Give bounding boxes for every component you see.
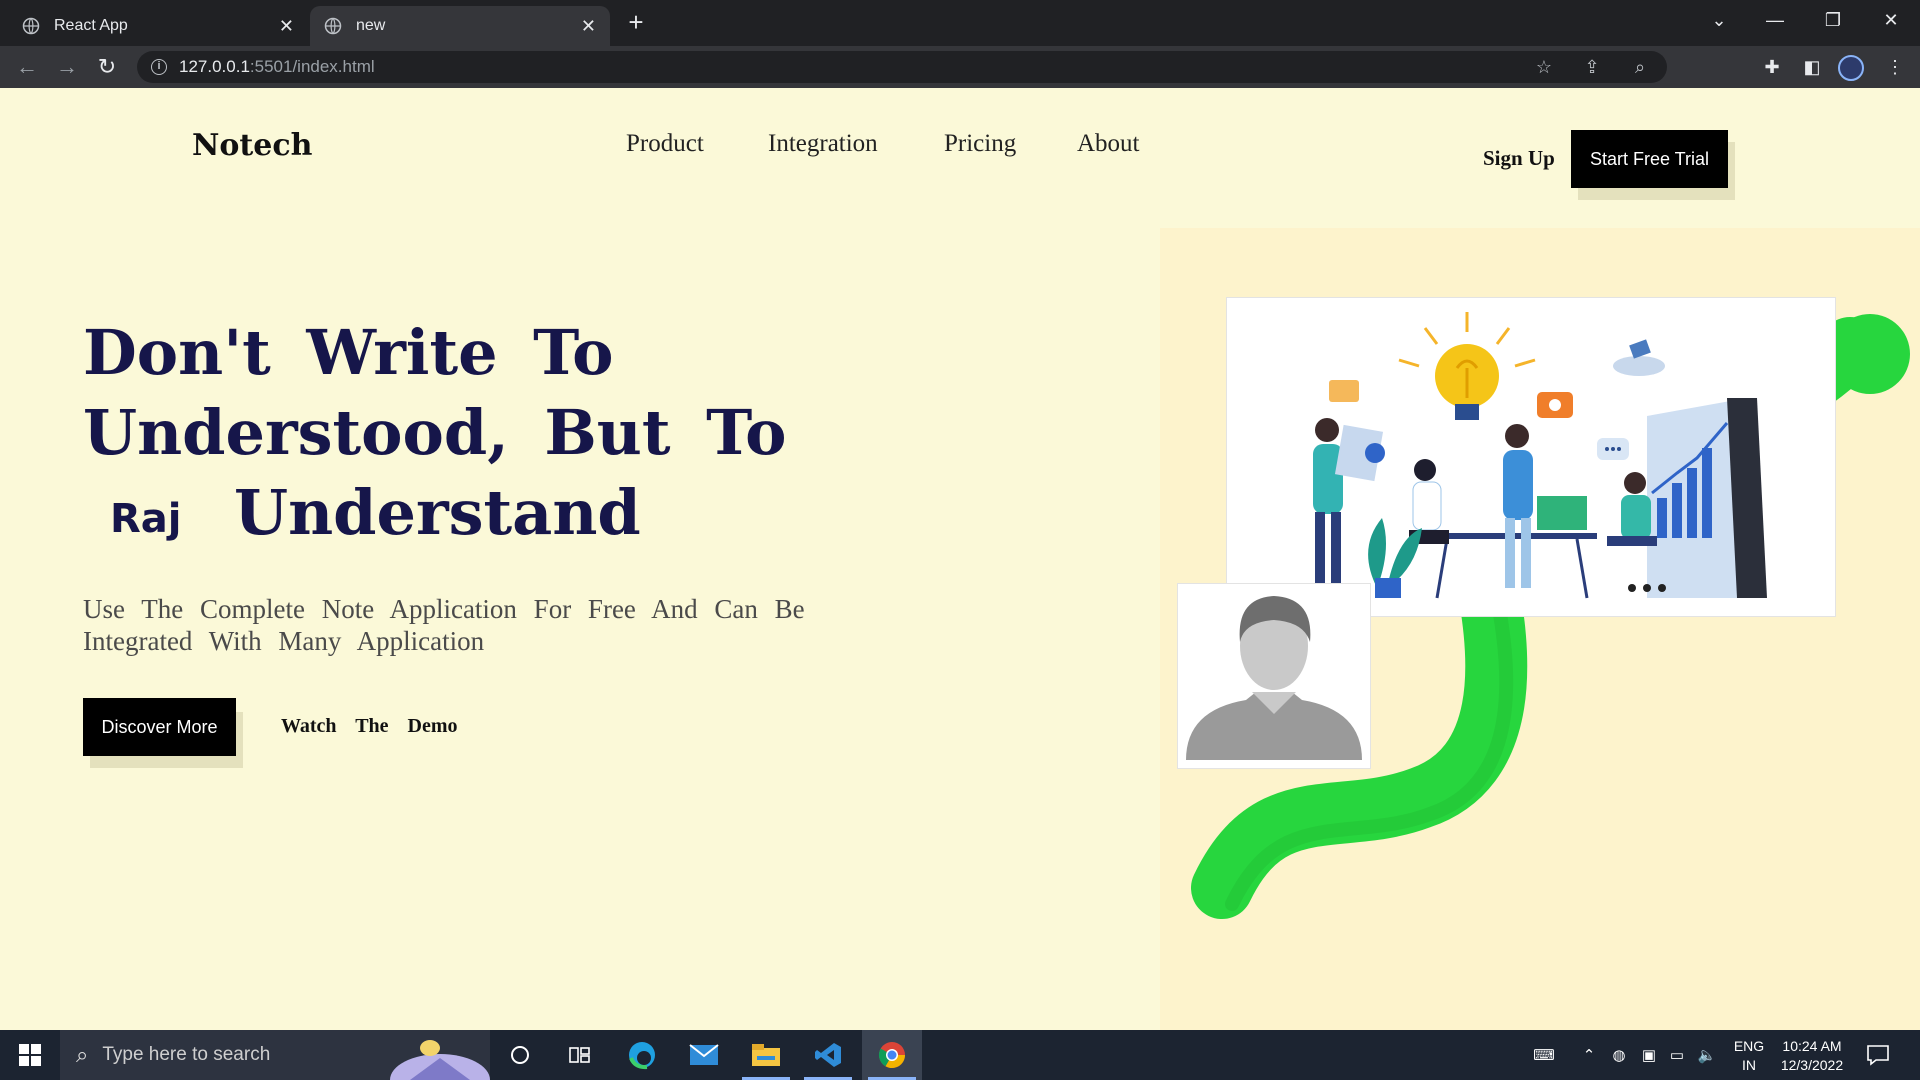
tab-search-chevron-icon[interactable]: ⌄ [1694,0,1744,40]
tab-title: React App [54,17,128,34]
address-toolbar: ← → ↻ i 127.0.0.1:5501/index.html ⌕ ⇪ ☆ … [0,46,1920,88]
illustration-graphic [1313,312,1767,599]
tab-new[interactable]: new ✕ [310,6,610,46]
back-icon[interactable]: ← [12,52,42,82]
close-tab-icon[interactable]: ✕ [279,16,294,37]
cortana-icon[interactable] [490,1030,550,1080]
minimize-icon[interactable]: — [1750,0,1800,40]
site-info-icon[interactable]: i [151,59,167,75]
nav-link-about[interactable]: About [1077,130,1140,158]
zoom-icon[interactable]: ⌕ [1625,51,1655,83]
volume-icon[interactable]: 🔈 [1692,1030,1722,1080]
clock-date: 12/3/2022 [1780,1057,1844,1073]
meet-now-icon[interactable]: ▣ [1636,1030,1662,1080]
hero-heading-line-1: Don't Write To [83,316,614,389]
tab-react-app[interactable]: React App ✕ [8,6,308,46]
clock-time: 10:24 AM [1782,1038,1842,1054]
close-window-icon[interactable]: ✕ [1866,0,1916,40]
team-meeting-illustration [1226,297,1836,617]
reload-icon[interactable]: ↻ [92,52,122,82]
windows-taskbar: ⌕ Type here to search ⌨ ⌃ ◍ ▣ ▭ 🔈 ENG IN [0,1030,1920,1080]
url-path: :5501/index.html [249,57,375,76]
discover-more-button[interactable]: Discover More [83,698,236,756]
globe-icon [324,17,342,35]
menu-kebab-icon[interactable]: ⋮ [1880,52,1910,82]
file-explorer-icon[interactable] [736,1030,796,1080]
taskbar-search-input[interactable]: ⌕ Type here to search [60,1030,490,1080]
input-language-indicator[interactable]: ENG IN [1733,1037,1765,1075]
browser-tab-strip: React App ✕ new ✕ + ⌄ — ❐ ✕ [0,0,1920,46]
show-hidden-icons-chevron-icon[interactable]: ⌃ [1576,1030,1602,1080]
nav-link-product[interactable]: Product [626,130,704,158]
battery-icon[interactable]: ▭ [1664,1030,1690,1080]
watch-demo-link[interactable]: Watch The Demo [281,715,458,738]
share-icon[interactable]: ⇪ [1577,51,1607,83]
forward-icon[interactable]: → [52,52,82,82]
lang-code: ENG [1733,1038,1765,1054]
nav-link-pricing[interactable]: Pricing [944,130,1016,158]
profile-avatar[interactable] [1838,55,1864,81]
signature-text: Raj [110,496,182,542]
language-globe-icon[interactable]: ◍ [1604,1030,1634,1080]
profile-placeholder-card [1177,583,1371,769]
person-silhouette-icon [1182,588,1366,764]
notification-center-icon[interactable] [1866,1043,1890,1067]
vscode-icon[interactable] [798,1030,858,1080]
search-placeholder: Type here to search [102,1044,271,1065]
start-trial-wrapper: Start Free Trial [1571,130,1735,200]
bookmark-star-icon[interactable]: ☆ [1529,51,1559,83]
restore-icon[interactable]: ❐ [1808,0,1858,40]
site-logo[interactable]: Notech [192,128,312,163]
search-icon: ⌕ [76,1042,89,1067]
new-tab-button[interactable]: + [620,6,652,38]
globe-icon [22,17,40,35]
discover-wrapper: Discover More [83,698,243,768]
side-panel-icon[interactable]: ◧ [1797,52,1827,82]
url-host: 127.0.0.1 [179,57,250,76]
system-clock[interactable]: 10:24 AM 12/3/2022 [1772,1037,1852,1075]
task-view-icon[interactable] [550,1030,610,1080]
hero-heading-line-3: Understand [234,476,641,549]
edge-browser-icon[interactable] [612,1030,672,1080]
region-code: IN [1742,1057,1756,1073]
start-free-trial-button[interactable]: Start Free Trial [1571,130,1728,188]
address-bar[interactable]: i 127.0.0.1:5501/index.html ⌕ ⇪ ☆ [137,51,1667,83]
hero-heading-line-2: Understood, But To [83,396,787,469]
keyboard-icon[interactable]: ⌨ [1524,1030,1564,1080]
nav-link-integration[interactable]: Integration [768,130,878,158]
sign-up-link[interactable]: Sign Up [1483,146,1555,171]
close-tab-icon[interactable]: ✕ [581,16,596,37]
hero-subtitle: Use The Complete Note Application For Fr… [83,594,805,656]
search-highlight-art [390,1040,490,1080]
extensions-puzzle-icon[interactable]: ✚ [1757,52,1787,82]
windows-start-icon[interactable] [0,1030,60,1080]
chrome-icon[interactable] [862,1030,922,1080]
tab-title: new [356,17,386,34]
webpage: Notech Product Integration Pricing About… [0,88,1920,1030]
mail-icon[interactable] [674,1030,734,1080]
lightbulb-icon [1398,312,1536,420]
